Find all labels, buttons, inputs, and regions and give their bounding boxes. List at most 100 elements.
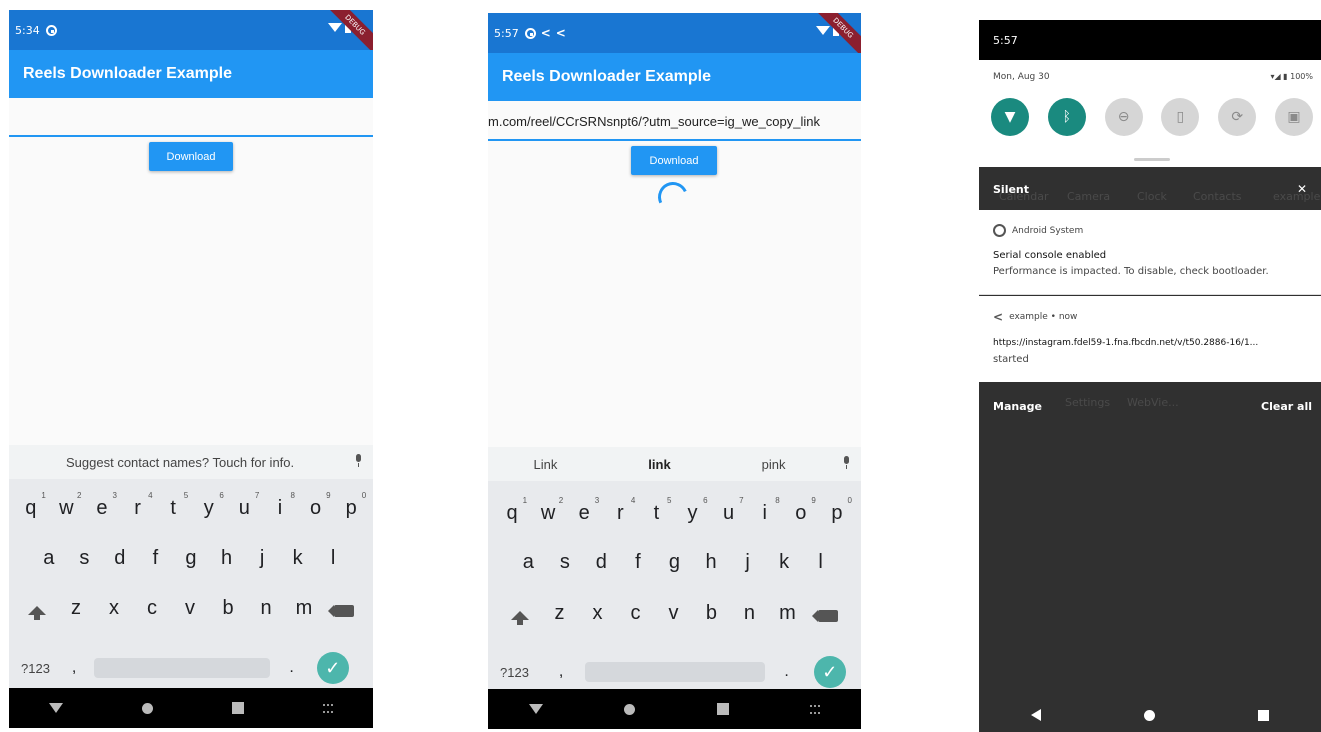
key-d[interactable]: d (589, 551, 613, 574)
key-o[interactable]: o9 (789, 496, 816, 525)
enter-check-button[interactable]: ✓ (813, 656, 846, 688)
key-x[interactable]: x (585, 602, 609, 625)
key-d[interactable]: d (108, 547, 132, 570)
backspace-icon[interactable] (811, 609, 838, 622)
key-k[interactable]: k (286, 547, 310, 570)
notification-example[interactable]: < example • now https://instagram.fdel59… (979, 296, 1321, 382)
key-q[interactable]: q1 (500, 496, 527, 525)
url-input[interactable]: m.com/reel/CCrSRNsnpt6/?utm_source=ig_we… (488, 103, 861, 141)
wifi-tile[interactable]: ▼ (991, 98, 1029, 136)
key-c[interactable]: c (140, 597, 164, 620)
back-icon[interactable] (1030, 709, 1041, 721)
key-n[interactable]: n (737, 602, 761, 625)
key-f[interactable]: f (626, 551, 650, 574)
key-z[interactable]: z (64, 597, 88, 620)
key-i[interactable]: i8 (753, 496, 779, 525)
key-b[interactable]: b (216, 597, 240, 620)
key-a[interactable]: a (37, 547, 61, 570)
dnd-tile[interactable]: ⊖ (1104, 98, 1143, 136)
key-l[interactable]: l (321, 547, 345, 570)
key-o[interactable]: o9 (304, 491, 331, 520)
suggestion-2[interactable]: link (648, 457, 670, 472)
autorotate-tile[interactable]: ⟳ (1218, 98, 1257, 136)
shift-icon[interactable] (28, 606, 46, 620)
back-icon[interactable] (48, 703, 63, 713)
key-u[interactable]: u7 (717, 496, 744, 525)
key-v[interactable]: v (178, 597, 202, 620)
qs-status: ▾◢ ▮ 100% (1270, 72, 1313, 81)
key-f[interactable]: f (143, 547, 167, 570)
mic-icon[interactable] (354, 454, 363, 467)
key-p[interactable]: p0 (339, 491, 367, 520)
key-p[interactable]: p0 (825, 496, 852, 525)
key-c[interactable]: c (623, 602, 647, 625)
comma-key[interactable]: , (559, 663, 563, 681)
key-r[interactable]: r4 (126, 491, 152, 520)
clear-all-button[interactable]: Clear all (1261, 400, 1312, 413)
key-y[interactable]: y6 (197, 491, 224, 520)
key-k[interactable]: k (772, 551, 796, 574)
shift-icon[interactable] (511, 611, 530, 625)
comma-key[interactable]: , (72, 659, 76, 677)
key-v[interactable]: v (661, 602, 685, 625)
key-i[interactable]: i8 (268, 491, 295, 520)
drag-handle[interactable] (1134, 158, 1170, 161)
battery-saver-tile[interactable]: ▣ (1274, 98, 1313, 136)
key-j[interactable]: j (250, 547, 274, 570)
home-icon[interactable] (1143, 709, 1155, 721)
key-a[interactable]: a (516, 551, 540, 574)
period-key[interactable]: . (784, 663, 788, 681)
key-s[interactable]: s (72, 547, 96, 570)
key-t[interactable]: t5 (644, 496, 672, 525)
key-h[interactable]: h (699, 551, 723, 574)
key-t[interactable]: t5 (161, 491, 188, 520)
home-icon[interactable] (624, 703, 636, 715)
key-b[interactable]: b (699, 602, 723, 625)
manage-button[interactable]: Manage (993, 400, 1042, 413)
back-icon[interactable] (528, 704, 543, 714)
key-g[interactable]: g (179, 547, 203, 570)
numbers-key[interactable]: ?123 (21, 661, 50, 676)
keyboard-switch-icon[interactable] (810, 704, 821, 714)
download-button[interactable]: Download (631, 146, 717, 175)
notification-android-system[interactable]: Android System Serial console enabled Pe… (979, 210, 1321, 295)
numbers-key[interactable]: ?123 (500, 665, 529, 680)
key-e[interactable]: e3 (572, 496, 600, 525)
key-r[interactable]: r4 (608, 496, 635, 525)
key-m[interactable]: m (775, 602, 799, 625)
recents-icon[interactable] (232, 702, 245, 714)
home-icon[interactable] (141, 702, 153, 714)
keyboard-switch-icon[interactable] (323, 703, 334, 713)
key-w[interactable]: w2 (536, 496, 563, 525)
period-key[interactable]: . (289, 659, 293, 677)
key-l[interactable]: l (809, 551, 833, 574)
close-icon[interactable]: ✕ (1297, 182, 1307, 196)
key-q[interactable]: q1 (19, 491, 46, 520)
suggestion-text[interactable]: Suggest contact names? Touch for info. (66, 455, 294, 470)
key-m[interactable]: m (292, 597, 316, 620)
mic-icon[interactable] (842, 456, 851, 469)
key-s[interactable]: s (553, 551, 577, 574)
space-key[interactable] (94, 658, 271, 678)
download-button[interactable]: Download (149, 142, 233, 171)
backspace-icon[interactable] (328, 604, 354, 617)
key-u[interactable]: u7 (232, 491, 260, 520)
key-x[interactable]: x (102, 597, 126, 620)
key-z[interactable]: z (547, 602, 571, 625)
recents-icon[interactable] (1258, 709, 1270, 721)
key-y[interactable]: y6 (681, 496, 708, 525)
flashlight-tile[interactable]: ▯ (1161, 98, 1200, 136)
enter-check-button[interactable]: ✓ (316, 652, 349, 684)
suggestion-3[interactable]: pink (762, 457, 786, 472)
bluetooth-tile[interactable]: ᛒ (1047, 98, 1086, 136)
space-key[interactable] (585, 662, 766, 682)
key-n[interactable]: n (254, 597, 278, 620)
key-e[interactable]: e3 (90, 491, 117, 520)
recents-icon[interactable] (716, 703, 729, 715)
key-g[interactable]: g (662, 551, 686, 574)
key-j[interactable]: j (736, 551, 760, 574)
key-w[interactable]: w2 (54, 491, 81, 520)
suggestion-1[interactable]: Link (533, 457, 557, 472)
url-input[interactable] (9, 99, 373, 137)
key-h[interactable]: h (215, 547, 239, 570)
